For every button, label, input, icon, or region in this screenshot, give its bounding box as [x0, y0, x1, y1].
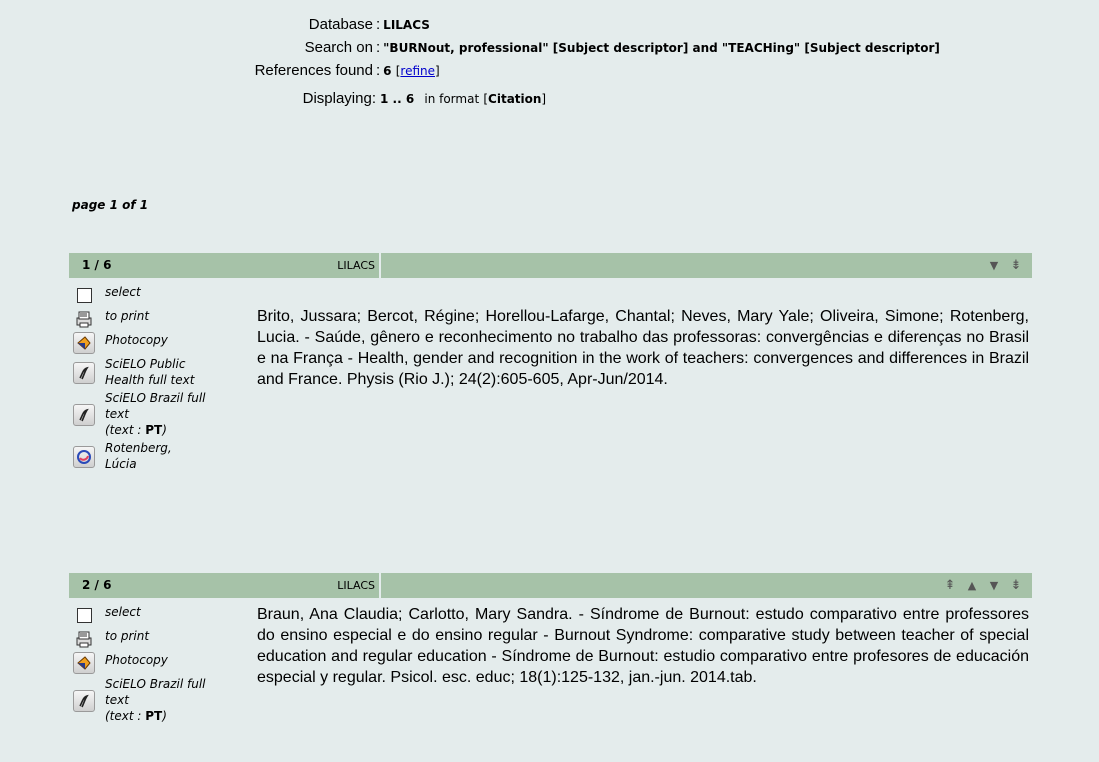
record-navigation: ⇞ ▲ ▼ ⇟ — [944, 573, 1022, 598]
last-record-icon[interactable]: ⇟ — [1010, 258, 1022, 273]
record-header: 1 / 6 LILACS ▼ ⇟ — [69, 253, 1032, 278]
photocopy-action[interactable]: Photocopy — [69, 652, 257, 674]
scielo-public-label[interactable]: SciELO Public Health full text — [105, 356, 225, 388]
print-label[interactable]: to print — [105, 628, 149, 644]
references-value: 6 [refine] — [383, 64, 440, 78]
select-action: select — [69, 284, 257, 306]
references-label: References found — [254, 62, 373, 79]
refine-link[interactable]: refine — [400, 64, 435, 78]
scielo-brazil-action[interactable]: SciELO Brazil full text (text : PT) — [69, 390, 257, 438]
next-record-icon[interactable]: ▼ — [988, 579, 1000, 592]
search-on-label: Search on — [304, 39, 373, 56]
search-expression: "BURNout, professional" [Subject descrip… — [383, 41, 940, 55]
record-1: 1 / 6 LILACS ▼ ⇟ select to print Photoco… — [69, 253, 1032, 474]
scielo-brazil-label[interactable]: SciELO Brazil full text — [105, 391, 206, 421]
scielo-public-action[interactable]: SciELO Public Health full text — [69, 356, 257, 388]
display-format-prefix: in format — [424, 92, 480, 106]
record-citation: Braun, Ana Claudia; Carlotto, Mary Sandr… — [257, 606, 1029, 686]
fulltext-icon[interactable] — [73, 690, 95, 712]
database-label: Database — [308, 16, 373, 33]
text-language: PT — [145, 423, 163, 437]
previous-record-icon[interactable]: ▲ — [966, 579, 978, 592]
record-citation: Brito, Jussara; Bercot, Régine; Horellou… — [257, 308, 1029, 388]
first-record-icon[interactable]: ⇞ — [944, 578, 956, 593]
author-cv-action[interactable]: Rotenberg, Lúcia — [69, 440, 257, 472]
record-2: 2 / 6 LILACS ⇞ ▲ ▼ ⇟ select to print Pho… — [69, 573, 1032, 726]
select-label: select — [105, 285, 141, 299]
printer-icon[interactable] — [73, 308, 95, 330]
record-header: 2 / 6 LILACS ⇞ ▲ ▼ ⇟ — [69, 573, 1032, 598]
search-on-row: Search on : "BURNout, professional" [Sub… — [0, 37, 1099, 59]
record-navigation: ▼ ⇟ — [988, 253, 1022, 278]
printer-icon[interactable] — [73, 628, 95, 650]
fulltext-icon[interactable] — [73, 362, 95, 384]
last-record-icon[interactable]: ⇟ — [1010, 578, 1022, 593]
display-format: Citation — [488, 92, 542, 106]
select-label: select — [105, 605, 141, 619]
record-database: LILACS — [337, 579, 375, 592]
photocopy-label[interactable]: Photocopy — [105, 652, 168, 668]
displaying-row: Displaying: 1 .. 6 in format [Citation] — [0, 88, 1099, 110]
page-indicator: page 1 of 1 — [72, 198, 149, 212]
print-action[interactable]: to print — [69, 308, 257, 330]
photocopy-label[interactable]: Photocopy — [105, 332, 168, 348]
record-number: 1 / 6 — [82, 258, 112, 272]
search-summary: Database : LILACS Search on : "BURNout, … — [0, 14, 1099, 110]
references-row: References found : 6 [refine] — [0, 60, 1099, 82]
record-actions: select to print Photocopy — [69, 604, 257, 726]
displaying-label: Displaying: — [302, 90, 376, 107]
select-action: select — [69, 604, 257, 626]
record-actions: select to print Photocopy — [69, 284, 257, 474]
print-action[interactable]: to print — [69, 628, 257, 650]
fulltext-icon[interactable] — [73, 404, 95, 426]
display-range: 1 .. 6 — [380, 92, 415, 106]
displaying-value: 1 .. 6 in format [Citation] — [380, 92, 547, 106]
select-checkbox[interactable] — [76, 607, 92, 623]
print-label[interactable]: to print — [105, 308, 149, 324]
database-value: LILACS — [383, 18, 430, 32]
select-checkbox[interactable] — [76, 287, 92, 303]
photocopy-action[interactable]: Photocopy — [69, 332, 257, 354]
scielo-brazil-label[interactable]: SciELO Brazil full text — [105, 677, 206, 707]
database-row: Database : LILACS — [0, 14, 1099, 36]
references-count: 6 — [383, 64, 392, 78]
author-cv-icon[interactable] — [73, 446, 95, 468]
scielo-brazil-action[interactable]: SciELO Brazil full text (text : PT) — [69, 676, 257, 724]
photocopy-icon[interactable] — [73, 652, 95, 674]
record-database: LILACS — [337, 259, 375, 272]
record-number: 2 / 6 — [82, 578, 112, 592]
photocopy-icon[interactable] — [73, 332, 95, 354]
author-cv-label[interactable]: Rotenberg, Lúcia — [105, 440, 195, 472]
text-language: PT — [145, 709, 163, 723]
next-record-icon[interactable]: ▼ — [988, 259, 1000, 272]
